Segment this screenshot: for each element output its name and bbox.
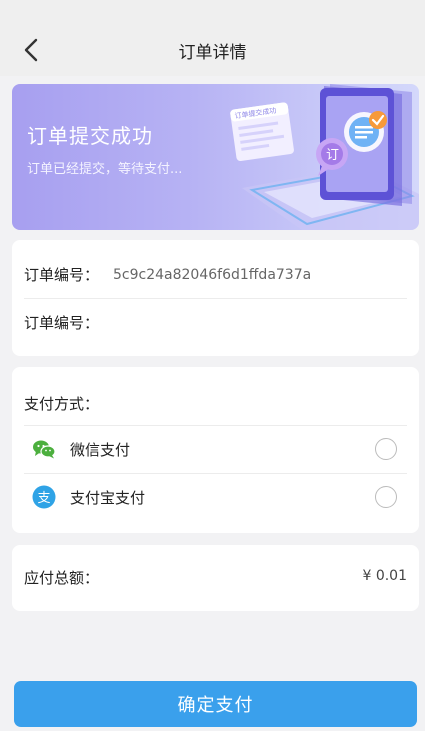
banner-title: 订单提交成功 <box>27 124 153 148</box>
payment-title-row: 支付方式： <box>24 393 407 414</box>
order-illustration: 订单提交成功 订 <box>230 84 419 230</box>
wechat-icon <box>33 440 56 459</box>
payment-title: 支付方式： <box>24 395 100 413</box>
payment-method-card: 支付方式： 微信支付 支 支付宝支付 <box>12 367 419 533</box>
page-title: 订单详情 <box>178 43 247 63</box>
order-number-label-2: 订单编号： <box>24 314 100 332</box>
alipay-icon: 支 <box>32 485 56 509</box>
payment-option-label: 支付宝支付 <box>70 488 146 507</box>
svg-text:订: 订 <box>326 148 339 163</box>
payment-option-alipay[interactable]: 支 支付宝支付 <box>24 473 407 521</box>
success-banner: 订单提交成功 订单已经提交，等待支付... 订单提交成功 订 <box>12 84 419 230</box>
payment-option-label: 微信支付 <box>70 440 131 459</box>
order-info-card: 订单编号： 5c9c24a82046f6d1ffda737a 订单编号： <box>12 240 419 356</box>
total-label: 应付总额： <box>24 569 100 587</box>
divider <box>24 298 407 299</box>
total-row: 应付总额： <box>24 567 407 588</box>
alipay-radio[interactable] <box>375 486 397 508</box>
order-number-value: 5c9c24a82046f6d1ffda737a <box>113 266 312 283</box>
nav-bar: 订单详情 <box>0 0 425 76</box>
banner-subtitle: 订单已经提交，等待支付... <box>27 162 183 177</box>
total-amount: ¥ 0.01 <box>362 568 407 584</box>
svg-text:支: 支 <box>37 491 50 506</box>
payment-option-wechat[interactable]: 微信支付 <box>24 425 407 473</box>
total-card: 应付总额： ¥ 0.01 <box>12 545 419 611</box>
order-number-label: 订单编号： <box>24 266 100 284</box>
order-number-row-2: 订单编号： <box>24 312 407 333</box>
confirm-pay-button[interactable]: 确定支付 <box>14 681 417 727</box>
order-number-row: 订单编号： 5c9c24a82046f6d1ffda737a <box>24 264 407 285</box>
wechat-radio[interactable] <box>375 438 397 460</box>
